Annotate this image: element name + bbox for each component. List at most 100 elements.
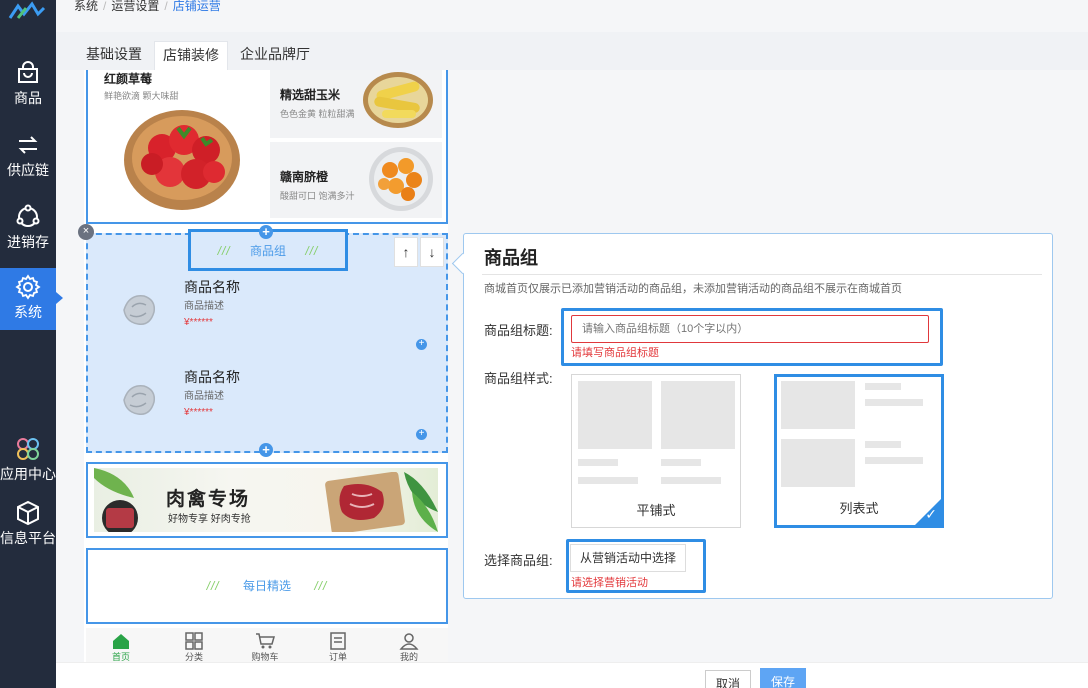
daily-selection-block[interactable]: /// 每日精选 /// [86,548,448,624]
select-group-error: 请选择营销活动 [571,577,648,589]
add-cart-icon[interactable]: + [416,339,427,350]
insert-block-above-icon[interactable]: + [259,225,273,239]
insert-block-below-icon[interactable]: + [259,443,273,457]
group-title-label: 商品组标题: [484,323,553,338]
fruit-subtitle: 色色金黄 粒粒甜满 [280,109,355,119]
fruit-subtitle: 酸甜可口 饱满多汁 [280,191,355,201]
layout-placeholder [578,459,618,466]
tabbar-item-label: 分类 [184,652,203,662]
layout-placeholder [578,381,652,449]
decor-slashes: /// [217,244,231,258]
tab-store-decoration[interactable]: 店铺装修 [154,41,228,70]
leaf-decoration-icon [94,468,138,532]
fruit-main-card[interactable]: 红颜草莓 鲜艳欲滴 颗大味甜 [90,70,266,220]
orange-image [369,147,433,211]
meat-image [325,472,438,532]
nav-item-label: 商品 [14,90,42,106]
decor-slashes: /// [206,579,220,593]
nav-item-label: 应用中心 [0,466,56,482]
product-price: ¥****** [184,317,213,328]
fruit-card-orange[interactable]: 赣南脐橙 酸甜可口 饱满多汁 [270,142,442,218]
tabbar-item-cart[interactable]: 购物车 [240,632,290,663]
delete-block-icon[interactable]: × [78,224,94,240]
fruit-card-corn[interactable]: 精选甜玉米 色色金黄 粒粒甜满 [270,70,442,138]
save-button[interactable]: 保存 [760,668,806,688]
gear-icon [15,274,41,300]
swap-arrows-icon [18,136,38,154]
nav-item-info-platform[interactable]: 信息平台 [0,494,56,556]
nav-item-app-center[interactable]: 应用中心 [0,430,56,492]
style-option-list[interactable]: 列表式 ✓ [774,374,944,528]
daily-selection-label: 每日精选 [242,579,291,593]
fruit-title: 精选甜玉米 [280,88,341,102]
layout-placeholder [865,383,901,390]
layout-placeholder [865,399,923,406]
breadcrumb: 系统 / 运营设置 / 店铺运营 [74,0,221,14]
breadcrumb-current: 店铺运营 [172,0,221,13]
nav-item-label: 信息平台 [0,530,56,546]
cycle-icon [16,204,40,227]
tabbar-item-mine[interactable]: 我的 [384,632,434,663]
product-placeholder-image [123,295,156,325]
breadcrumb-item[interactable]: 系统 [74,0,98,13]
product-name: 商品名称 [184,369,240,385]
move-up-button[interactable]: ↑ [394,237,418,267]
panel-divider [482,274,1042,275]
order-list-icon [330,632,346,650]
product-group-settings-panel: 商品组 商城首页仅展示已添加营销活动的商品组，未添加营销活动的商品组不展示在商城… [463,233,1053,599]
nav-item-goods[interactable]: 商品 [0,54,56,116]
tabbar-item-orders[interactable]: 订单 [313,632,363,663]
product-description: 商品描述 [184,301,224,312]
banner-image: 肉禽专场 好物专享 好肉专抢 [94,468,438,532]
sidebar: 商品 供应链 进销存 系统 应用中心 信息平台 [0,0,63,688]
banner-subtitle: 好物专享 好肉专抢 [168,514,251,525]
layout-placeholder [781,381,855,429]
nav-item-inventory[interactable]: 进销存 [0,198,56,260]
logo-icon [8,1,46,19]
tab-bar: 基础设置 店铺装修 企业品牌厅 [56,32,1088,70]
home-icon [113,634,129,649]
layout-placeholder [578,477,638,484]
fruit-showcase-block[interactable]: 红颜草莓 鲜艳欲滴 颗大味甜 精选甜玉米 色色金黄 粒粒甜满 赣南脐橙 酸甜可口… [86,70,448,224]
tabbar-item-label: 首页 [111,652,130,662]
layout-placeholder [661,459,701,466]
banner-block[interactable]: 肉禽专场 好物专享 好肉专抢 [86,462,448,538]
nav-item-label: 系统 [14,304,42,320]
checkmark-icon: ✓ [925,506,937,522]
panel-description: 商城首页仅展示已添加营销活动的商品组，未添加营销活动的商品组不展示在商城首页 [484,283,902,295]
nav-item-system[interactable]: 系统 [0,268,63,330]
layout-placeholder [661,477,721,484]
banner-title: 肉禽专场 [166,488,251,510]
product-description: 商品描述 [184,391,224,402]
product-group-block-selected[interactable]: /// 商品组 /// ↑ ↓ 商品名称 商品描述 ¥****** + 商品名称… [86,229,448,453]
select-group-label: 选择商品组: [484,553,553,568]
product-group-tag-label: 商品组 [249,244,286,258]
group-title-input[interactable] [571,315,929,343]
cube-icon [17,500,39,526]
decor-slashes: /// [305,244,319,258]
product-item[interactable]: 商品名称 商品描述 ¥****** [106,277,426,357]
move-down-button[interactable]: ↓ [420,237,444,267]
strawberry-image [124,110,240,210]
tab-basic-settings[interactable]: 基础设置 [78,41,150,70]
decor-slashes: /// [314,579,328,593]
style-option-tile[interactable]: 平铺式 [571,374,741,528]
product-item[interactable]: 商品名称 商品描述 ¥****** [106,367,426,447]
tabbar-item-label: 购物车 [251,652,279,662]
style-option-label: 平铺式 [636,503,676,518]
breadcrumb-item[interactable]: 运营设置 [111,0,159,13]
tabbar-item-label: 我的 [399,652,418,662]
layout-placeholder [781,439,855,487]
panel-title: 商品组 [484,248,538,268]
add-cart-icon[interactable]: + [416,429,427,440]
tabbar-item-category[interactable]: 分类 [169,632,219,663]
select-from-marketing-button[interactable]: 从营销活动中选择 [570,544,686,572]
group-style-label: 商品组样式: [484,371,553,386]
layout-placeholder [865,457,923,464]
nav-item-supply-chain[interactable]: 供应链 [0,126,56,188]
tab-brand-hall[interactable]: 企业品牌厅 [232,41,318,70]
breadcrumb-separator: / [103,0,107,13]
cancel-button[interactable]: 取消 [705,670,751,688]
tabbar-item-home[interactable]: 首页 [96,632,146,663]
product-placeholder-image [123,385,156,415]
